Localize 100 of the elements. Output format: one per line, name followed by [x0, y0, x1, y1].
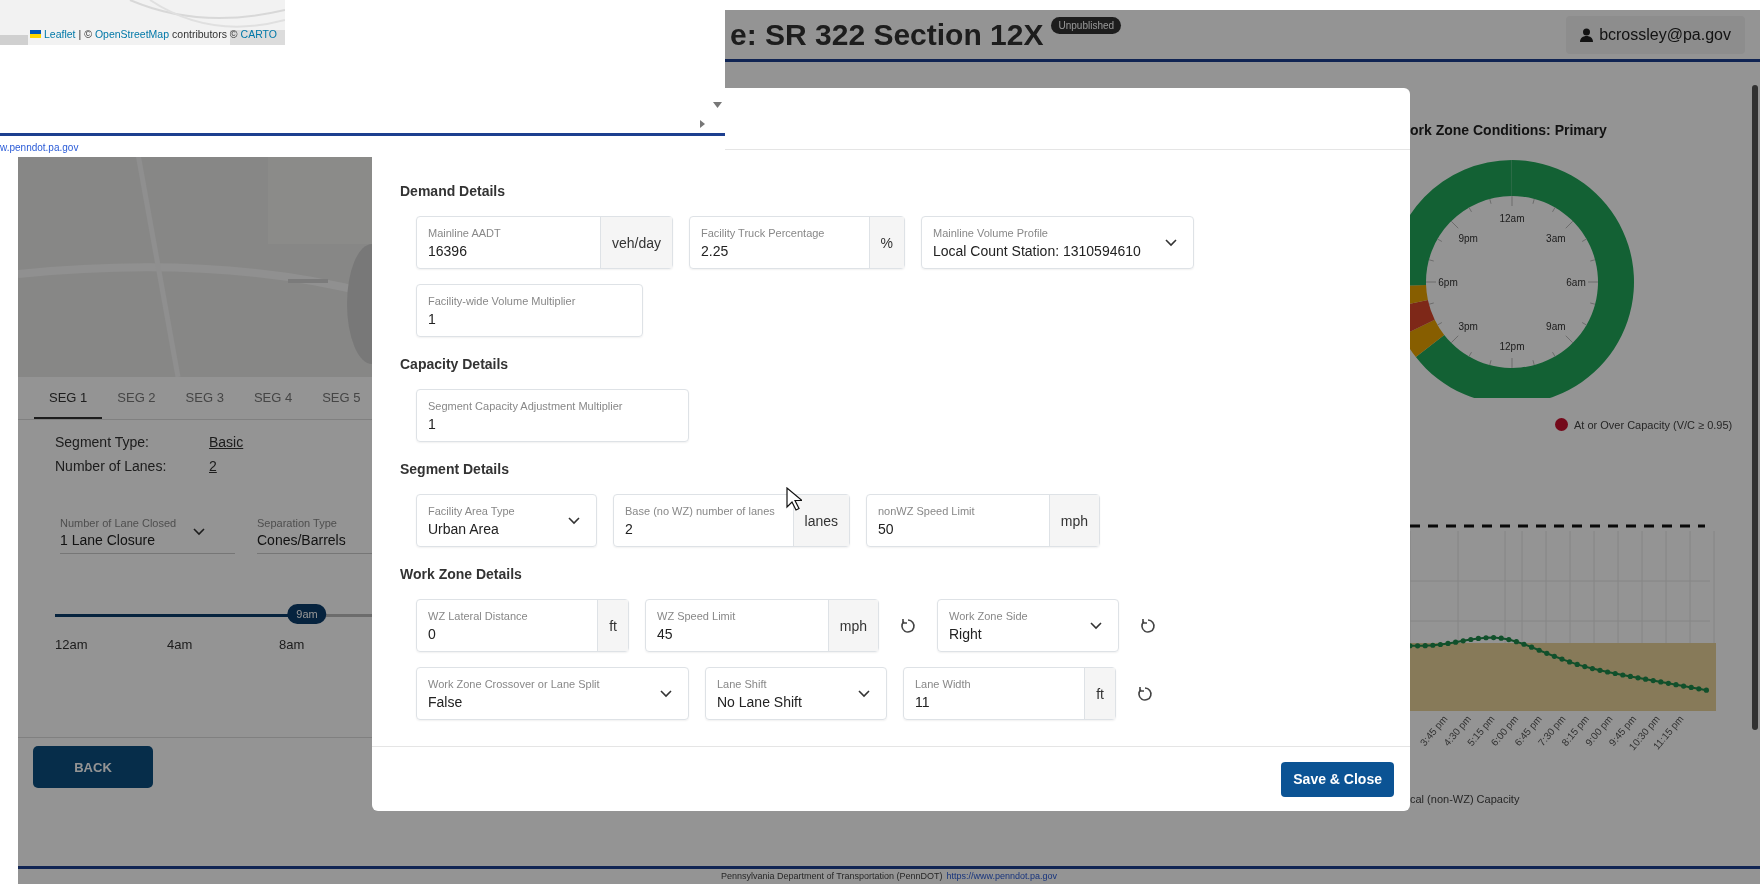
scroll-down-icon[interactable] — [713, 102, 722, 108]
chevron-down-icon — [858, 689, 870, 698]
attribution-note: contributors © — [172, 28, 238, 40]
reset-icon — [1136, 684, 1154, 703]
save-button[interactable]: Save & Close — [1281, 761, 1394, 797]
field-label: Facility Truck Percentage — [701, 226, 826, 239]
section-title: Segment Details — [400, 461, 510, 477]
footer-text: Pennsylvania Department of Transportation (PennDOT) — [720, 871, 943, 881]
reset-icon — [1139, 616, 1157, 635]
chevron-down-icon — [660, 689, 672, 698]
segment-tab[interactable]: SEG 5 — [307, 377, 376, 419]
field-value: Cones/Barrels — [257, 531, 347, 548]
input-field[interactable]: Segment Capacity Adjustment Multiplier 1 — [416, 389, 689, 442]
segment-tab[interactable]: SEG 1 — [34, 377, 103, 419]
field-value: 2 — [625, 520, 634, 537]
cursor-icon — [786, 487, 802, 511]
attribution-link[interactable]: CARTO — [240, 28, 277, 40]
footer-link[interactable]: https://www.penndot.pa.gov — [946, 871, 1058, 881]
clock-label: 12am — [1499, 213, 1525, 224]
attribution-link[interactable]: OpenStreetMap — [94, 28, 170, 40]
input-field[interactable]: Mainline AADT 16396 veh/day — [416, 216, 673, 269]
section-title: Work Zone Details — [400, 566, 523, 582]
field-value: 0 — [428, 625, 437, 642]
attribution-link[interactable]: Leaflet — [44, 28, 76, 40]
tick-label: 4am — [167, 637, 193, 652]
info-label: Segment Type: — [55, 434, 150, 450]
field-value: 1 — [428, 310, 437, 327]
field-label: Facility-wide Volume Multiplier — [428, 294, 577, 307]
page-title: e: SR 322 Section 12X — [730, 17, 1044, 52]
select-field[interactable]: Mainline Volume Profile Local Count Station: 1310594610 — [921, 216, 1194, 269]
clock-label: 9pm — [1458, 233, 1478, 245]
field-value: Local Count Station: 1310594610 — [933, 242, 1142, 259]
input-field[interactable]: WZ Speed Limit 45 mph — [645, 599, 879, 652]
section-title: Capacity Details — [400, 356, 510, 372]
field-value: 16396 — [428, 242, 468, 259]
user-icon — [1580, 27, 1594, 42]
legend-dot — [1555, 418, 1568, 431]
status-badge: Unpublished — [1051, 17, 1122, 34]
unit-label: mph — [827, 600, 878, 651]
flag-icon — [30, 30, 41, 38]
info-link[interactable]: Basic — [209, 434, 244, 450]
field-label: Mainline AADT — [428, 226, 502, 239]
field-value: No Lane Shift — [717, 693, 803, 710]
legend-label: cal (non-WZ) Capacity — [1410, 793, 1521, 805]
field-value: 50 — [878, 520, 895, 537]
unit-label: lanes — [792, 495, 849, 546]
unit-label: ft — [1084, 668, 1115, 719]
select-field[interactable]: Lane Shift No Lane Shift — [705, 667, 887, 720]
website-link[interactable]: w.penndot.pa.gov — [0, 142, 79, 153]
tick-label: 12am — [55, 637, 88, 652]
unit-label: ft — [597, 600, 628, 651]
chevron-down-icon — [1165, 238, 1177, 247]
input-field[interactable]: Base (no WZ) number of lanes 2 lanes — [613, 494, 850, 547]
chevron-down-icon — [568, 516, 580, 525]
info-link[interactable]: 2 — [209, 458, 217, 474]
tick-label: 8am — [279, 637, 305, 652]
select-field[interactable]: Work Zone Crossover or Lane Split False — [416, 667, 689, 720]
input-field[interactable]: Lane Width 11 ft — [903, 667, 1116, 720]
field-label: Mainline Volume Profile — [933, 226, 1049, 239]
field-label: nonWZ Speed Limit — [878, 504, 976, 517]
clock-label: 9am — [1546, 320, 1566, 332]
field-label: Number of Lane Closed — [60, 516, 178, 529]
input-field[interactable]: WZ Lateral Distance 0 ft — [416, 599, 629, 652]
field-label: WZ Speed Limit — [657, 609, 737, 622]
input-field[interactable]: nonWZ Speed Limit 50 mph — [866, 494, 1100, 547]
field-value: 1 Lane Closure — [60, 531, 156, 548]
field-value: 11 — [915, 693, 931, 710]
attribution-note: | © — [78, 28, 92, 40]
back-button[interactable]: BACK — [33, 746, 153, 788]
field-label: Work Zone Side — [949, 609, 1029, 622]
field-label: Lane Shift — [717, 677, 768, 690]
info-label: Number of Lanes: — [55, 458, 168, 474]
user-button[interactable]: bcrossley@pa.gov — [1566, 15, 1745, 54]
field-label: Separation Type — [257, 516, 338, 529]
slider-thumb[interactable]: 9am — [287, 604, 327, 624]
chart-title: ork Zone Conditions: Primary — [1410, 122, 1608, 138]
segment-tab[interactable]: SEG 2 — [102, 377, 171, 419]
select-field[interactable]: Number of Lane Closed 1 Lane Closure — [60, 506, 235, 554]
scrollbar-thumb[interactable] — [1752, 85, 1758, 730]
field-label: Base (no WZ) number of lanes — [625, 504, 776, 517]
segment-tab[interactable]: SEG 3 — [170, 377, 239, 419]
chevron-down-icon — [193, 528, 205, 536]
field-value: 1 — [428, 415, 437, 432]
input-field[interactable]: Facility Truck Percentage 2.25 % — [689, 216, 905, 269]
field-value: 45 — [657, 625, 674, 642]
unit-label: % — [868, 217, 904, 268]
section-title: Demand Details — [400, 183, 507, 199]
select-field[interactable]: Work Zone Side Right — [937, 599, 1119, 652]
field-label: Lane Width — [915, 677, 972, 690]
chevron-down-icon — [1090, 621, 1102, 630]
clock-label: 6pm — [1438, 277, 1458, 288]
unit-label: veh/day — [599, 217, 672, 268]
input-field[interactable]: Facility-wide Volume Multiplier 1 — [416, 284, 643, 337]
field-value: Right — [949, 625, 983, 642]
legend-label: At or Over Capacity (V/C ≥ 0.95) — [1574, 418, 1733, 431]
field-value: 2.25 — [701, 242, 730, 259]
unit-label: mph — [1048, 495, 1099, 546]
scroll-right-icon[interactable] — [700, 120, 705, 128]
select-field[interactable]: Facility Area Type Urban Area — [416, 494, 597, 547]
clock-label: 3pm — [1458, 320, 1478, 332]
